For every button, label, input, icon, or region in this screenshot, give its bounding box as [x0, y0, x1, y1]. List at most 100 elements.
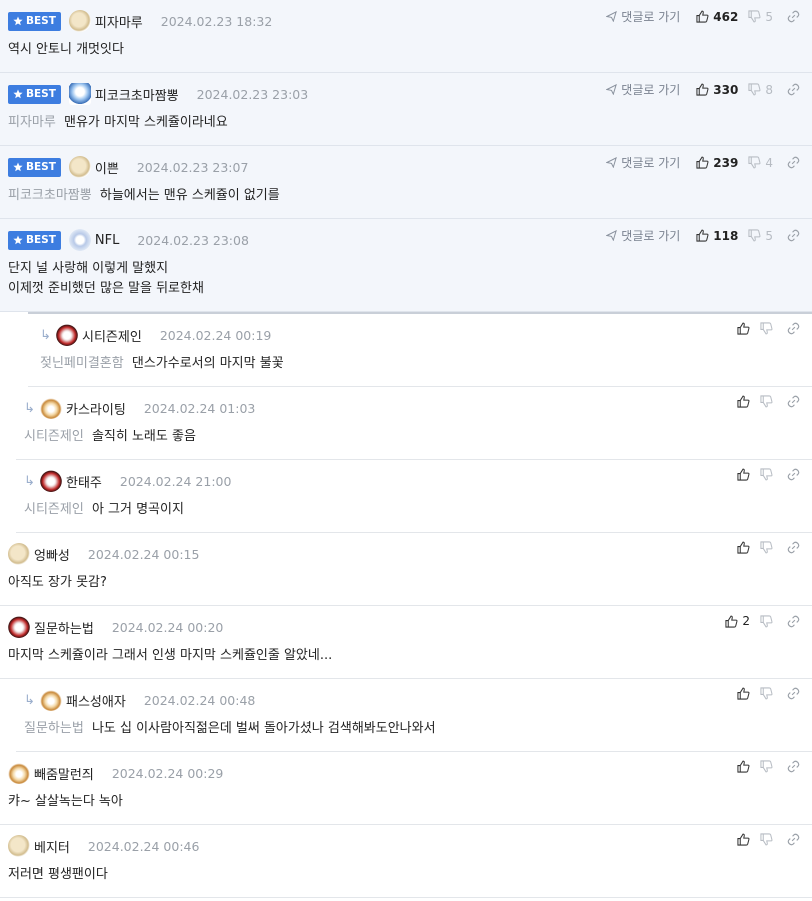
- thumbs-down-icon: [748, 229, 761, 242]
- upvote-button[interactable]: [737, 760, 750, 773]
- nickname[interactable]: NFL: [95, 233, 119, 248]
- share-link-button[interactable]: [787, 833, 800, 846]
- avatar[interactable]: [8, 616, 30, 638]
- comment-body: 아직도 장가 못감?: [8, 573, 107, 593]
- upvote-button[interactable]: 2: [725, 614, 750, 628]
- goto-comment-link[interactable]: 댓글로 가기: [606, 227, 680, 244]
- reply-target-nickname[interactable]: 시티즌제인: [24, 502, 84, 517]
- avatar[interactable]: [40, 470, 62, 492]
- downvote-button[interactable]: [760, 541, 773, 554]
- downvote-count: 8: [765, 82, 773, 97]
- nickname[interactable]: 패스성애자: [66, 691, 126, 710]
- share-link-button[interactable]: [787, 10, 800, 23]
- share-link-button[interactable]: [787, 687, 800, 700]
- goto-comment-link[interactable]: 댓글로 가기: [606, 8, 680, 25]
- reply-target-nickname[interactable]: 피코크초마짬뽕: [8, 188, 92, 203]
- upvote-count: 330: [713, 82, 739, 97]
- downvote-button[interactable]: [760, 687, 773, 700]
- comment-date: 2024.02.24 21:00: [119, 473, 232, 489]
- comment-actions: [737, 395, 800, 408]
- upvote-button[interactable]: 118: [696, 229, 738, 243]
- downvote-button[interactable]: 8: [748, 83, 773, 97]
- nickname[interactable]: 시티즌제인: [82, 326, 142, 345]
- upvote-button[interactable]: [737, 541, 750, 554]
- nickname[interactable]: 엉빠성: [34, 545, 70, 564]
- nickname[interactable]: 질문하는법: [34, 618, 94, 637]
- downvote-button[interactable]: [760, 614, 773, 628]
- downvote-button[interactable]: [760, 395, 773, 408]
- downvote-button[interactable]: [760, 322, 773, 335]
- nickname[interactable]: 카스라이팅: [66, 399, 126, 418]
- upvote-button[interactable]: 330: [696, 83, 738, 97]
- goto-comment-link[interactable]: 댓글로 가기: [606, 154, 680, 171]
- comment-body: 마지막 스케쥴이라 그래서 인생 마지막 스케쥴인줄 알았네...: [8, 646, 332, 666]
- upvote-button[interactable]: [737, 833, 750, 846]
- reply-target-nickname[interactable]: 질문하는법: [24, 721, 84, 736]
- link-icon: [787, 322, 800, 335]
- comment-header: BEST NFL 2024.02.23 23:08: [8, 229, 249, 251]
- thumbs-down-icon: [760, 468, 773, 481]
- share-link-button[interactable]: [787, 156, 800, 169]
- avatar[interactable]: [68, 229, 91, 251]
- downvote-button[interactable]: 5: [748, 229, 773, 243]
- comment-item: BEST 이쁜 2024.02.23 23:07 댓글로 가기 239 4 피코…: [0, 146, 812, 219]
- comment-text: 맨유가 마지막 스케쥴이라네요: [63, 115, 228, 130]
- best-badge: BEST: [8, 157, 61, 177]
- comment-actions: 댓글로 가기 239 4: [606, 154, 800, 171]
- nickname[interactable]: 이쁜: [95, 158, 119, 177]
- reply-target-nickname[interactable]: 시티즌제인: [24, 429, 84, 444]
- downvote-button[interactable]: [760, 760, 773, 773]
- goto-comment-link[interactable]: 댓글로 가기: [606, 81, 680, 98]
- nickname[interactable]: 한태주: [66, 472, 102, 491]
- comment-actions: [737, 541, 800, 554]
- downvote-button[interactable]: [760, 468, 773, 481]
- upvote-button[interactable]: [737, 322, 750, 335]
- avatar[interactable]: [68, 83, 91, 105]
- nickname[interactable]: 피코크초마짬뽕: [95, 85, 179, 104]
- comment-item: BEST 피자마루 2024.02.23 18:32 댓글로 가기 462 5: [0, 0, 812, 73]
- nickname[interactable]: 빼줌말런즤: [34, 764, 94, 783]
- avatar[interactable]: [68, 156, 91, 178]
- nickname[interactable]: 베지터: [34, 837, 70, 856]
- avatar[interactable]: [40, 689, 62, 711]
- comment-body: 피자마루 맨유가 마지막 스케쥴이라네요: [8, 113, 228, 133]
- share-link-button[interactable]: [787, 615, 800, 628]
- share-link-button[interactable]: [787, 395, 800, 408]
- thumbs-up-icon: [737, 687, 750, 700]
- avatar[interactable]: [56, 324, 78, 346]
- share-link-button[interactable]: [787, 760, 800, 773]
- downvote-button[interactable]: [760, 833, 773, 846]
- comment-date: 2024.02.23 23:03: [196, 86, 309, 102]
- upvote-button[interactable]: [737, 468, 750, 481]
- comment-header: ↳ 카스라이팅 2024.02.24 01:03: [24, 397, 255, 419]
- downvote-button[interactable]: 4: [748, 156, 773, 170]
- share-link-button[interactable]: [787, 322, 800, 335]
- thumbs-up-icon: [737, 395, 750, 408]
- reply-target-nickname[interactable]: 피자마루: [8, 115, 56, 130]
- thumbs-up-icon: [696, 156, 709, 169]
- avatar[interactable]: [8, 543, 30, 565]
- avatar[interactable]: [8, 835, 30, 857]
- upvote-count: 2: [742, 614, 750, 628]
- thumbs-down-icon: [760, 322, 773, 335]
- thumbs-up-icon: [725, 615, 738, 628]
- upvote-button[interactable]: 239: [696, 156, 738, 170]
- thumbs-up-icon: [737, 468, 750, 481]
- upvote-button[interactable]: [737, 687, 750, 700]
- downvote-button[interactable]: 5: [748, 10, 773, 24]
- upvote-count: 118: [713, 228, 739, 243]
- avatar[interactable]: [40, 397, 62, 419]
- upvote-button[interactable]: [737, 395, 750, 408]
- share-link-button[interactable]: [787, 83, 800, 96]
- nickname[interactable]: 피자마루: [95, 12, 143, 31]
- share-link-button[interactable]: [787, 541, 800, 554]
- avatar[interactable]: [8, 762, 30, 784]
- upvote-button[interactable]: 462: [696, 10, 738, 24]
- share-link-button[interactable]: [787, 229, 800, 242]
- comment-text: 캬~ 살살녹는다 녹아: [8, 794, 123, 809]
- comment-actions: [737, 833, 800, 846]
- share-link-button[interactable]: [787, 468, 800, 481]
- comment-text: 마지막 스케쥴이라 그래서 인생 마지막 스케쥴인줄 알았네...: [8, 648, 333, 663]
- reply-target-nickname[interactable]: 젖닌페미결혼함: [40, 356, 124, 371]
- avatar[interactable]: [68, 10, 91, 32]
